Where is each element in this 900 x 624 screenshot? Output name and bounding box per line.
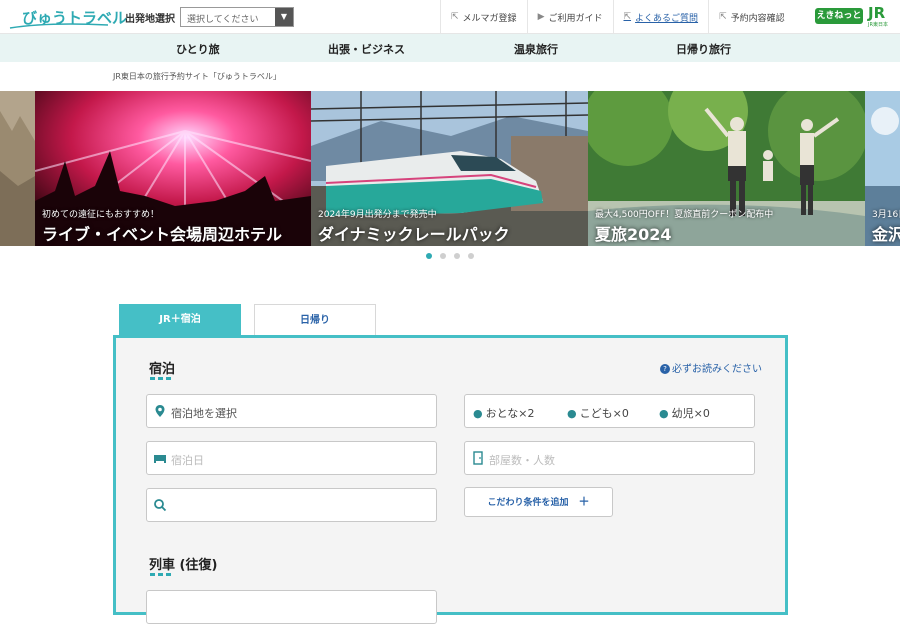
search-icon: [154, 499, 167, 512]
site-logo[interactable]: びゅうトラベル: [8, 4, 127, 30]
add-condition-label: こだわり条件を追加: [487, 498, 569, 508]
map-pin-icon: [155, 405, 165, 417]
pax-infants-label: 幼児×0: [671, 407, 710, 420]
site-header: びゅうトラベル 出発地選択 選択してください ▼ ⇱ メルマガ登録 ▶ ご利用ガ…: [0, 0, 900, 34]
guide-link-label: ご利用ガイド: [548, 13, 603, 24]
search-panel: 宿泊 ? 必ずお読みください 宿泊地を選択 ● おとな×2 ● こども×0 ● 幼児×0…: [113, 335, 788, 624]
slide-subtitle: 初めての遠征にもおすすめ！: [42, 210, 160, 220]
slide-title: 夏旅2024: [595, 225, 672, 244]
destination-field[interactable]: 宿泊地を選択: [146, 394, 437, 428]
carousel-dots: [426, 253, 474, 259]
pax-adults-label: おとな×2: [485, 407, 535, 420]
carousel-slide-prev[interactable]: [0, 91, 35, 246]
add-condition-button[interactable]: こだわり条件を追加 ＋: [464, 487, 613, 517]
category-business[interactable]: 出張・ビジネス: [328, 41, 405, 57]
newsletter-link-label: メルマガ登録: [462, 13, 517, 24]
header-links: ⇱ メルマガ登録 ▶ ご利用ガイド ⇱ よくあるご質問 ⇱ 予約内容確認: [440, 0, 795, 34]
train-section-title: 列車 (往復): [149, 558, 218, 573]
site-tagline: JR東日本の旅行予約サイト「びゅうトラベル」: [113, 72, 281, 81]
external-link-icon: ⇱: [451, 12, 459, 22]
jr-logo-sub: JR東日本: [868, 22, 888, 28]
section-underline: [150, 377, 172, 380]
person-icon: ●: [473, 407, 483, 420]
section-underline: [150, 573, 172, 576]
origin-select-value: 選択してください: [187, 15, 259, 25]
category-onsen[interactable]: 温泉旅行: [514, 41, 558, 57]
person-icon: ●: [659, 407, 669, 420]
notice-link[interactable]: ? 必ずお読みください: [660, 360, 762, 375]
plus-icon: ＋: [578, 495, 590, 508]
rooms-placeholder: 部屋数・人数: [489, 454, 555, 467]
carousel-slide-rail-pack[interactable]: 2024年9月出発分まで発売中 ダイナミックレールパック: [311, 91, 588, 246]
slide-subtitle: 2024年9月出発分まで発売中: [318, 210, 437, 220]
category-day-trip[interactable]: 日帰り旅行: [676, 41, 731, 57]
pax-children: ● こども×0: [567, 405, 629, 421]
pax-infants: ● 幼児×0: [659, 405, 710, 421]
carousel-dot[interactable]: [468, 253, 474, 259]
play-icon: ▶: [537, 12, 545, 22]
tab-jr-stay[interactable]: JR＋宿泊: [119, 304, 241, 336]
slide-title: ダイナミックレールパック: [318, 225, 510, 244]
carousel-dot[interactable]: [454, 253, 460, 259]
carousel-slide-live-event[interactable]: 初めての遠征にもおすすめ！ ライブ・イベント会場周辺ホテル: [35, 91, 311, 246]
carousel-slide-next[interactable]: 3月16日 金沢: [865, 91, 900, 246]
bed-icon: [154, 455, 166, 463]
carousel-dot[interactable]: [440, 253, 446, 259]
pax-adults: ● おとな×2: [473, 405, 535, 421]
external-link-icon: ⇱: [623, 12, 632, 22]
question-icon: ?: [660, 364, 670, 374]
checkin-field[interactable]: 宿泊日: [146, 441, 437, 475]
checkin-placeholder: 宿泊日: [171, 454, 204, 467]
keyword-search-field[interactable]: [146, 488, 437, 522]
origin-select[interactable]: 選択してください ▼: [180, 7, 294, 27]
reservation-check-link[interactable]: ⇱ 予約内容確認: [708, 0, 795, 34]
person-icon: ●: [567, 407, 577, 420]
train-field[interactable]: [146, 590, 437, 624]
category-nav: ひとり旅 出張・ビジネス 温泉旅行 日帰り旅行: [0, 34, 900, 62]
logo-text: びゅうトラベル: [22, 9, 128, 27]
banner-carousel: 初めての遠征にもおすすめ！ ライブ・イベント会場周辺ホテル 2024年9月出発分…: [0, 91, 900, 246]
external-link-icon: ⇱: [719, 12, 727, 22]
rock-landscape-image: [0, 91, 35, 246]
pax-children-label: こども×0: [579, 407, 629, 420]
slide-title: 金沢: [872, 225, 900, 244]
newsletter-link[interactable]: ⇱ メルマガ登録: [440, 0, 527, 34]
ekinet-logo[interactable]: えきねっと: [815, 8, 863, 24]
reservation-check-label: 予約内容確認: [730, 13, 785, 24]
tab-day-trip[interactable]: 日帰り: [254, 304, 376, 336]
faq-link-label: よくあるご質問: [635, 13, 699, 24]
jr-east-logo[interactable]: JR JR東日本: [868, 4, 894, 28]
faq-link[interactable]: ⇱ よくあるご質問: [612, 0, 709, 34]
notice-link-label: 必ずお読みください: [672, 364, 762, 375]
slide-subtitle: 最大4,500円OFF！夏旅直前クーポン配布中: [595, 210, 774, 220]
slide-subtitle: 3月16日: [872, 210, 900, 220]
destination-placeholder: 宿泊地を選択: [171, 407, 237, 420]
carousel-dot[interactable]: [426, 253, 432, 259]
door-icon: [473, 451, 483, 465]
guide-link[interactable]: ▶ ご利用ガイド: [526, 0, 613, 34]
stay-section-title: 宿泊: [149, 362, 176, 377]
category-solo-trip[interactable]: ひとり旅: [176, 41, 220, 57]
rooms-field[interactable]: 部屋数・人数: [464, 441, 755, 475]
passenger-field[interactable]: ● おとな×2 ● こども×0 ● 幼児×0: [464, 394, 755, 428]
slide-title: ライブ・イベント会場周辺ホテル: [42, 225, 283, 244]
jr-logo-mark: JR: [868, 4, 886, 22]
chevron-down-icon: ▼: [275, 8, 293, 26]
carousel-slide-summer-trip[interactable]: 最大4,500円OFF！夏旅直前クーポン配布中 夏旅2024: [588, 91, 865, 246]
origin-label: 出発地選択: [125, 14, 175, 25]
